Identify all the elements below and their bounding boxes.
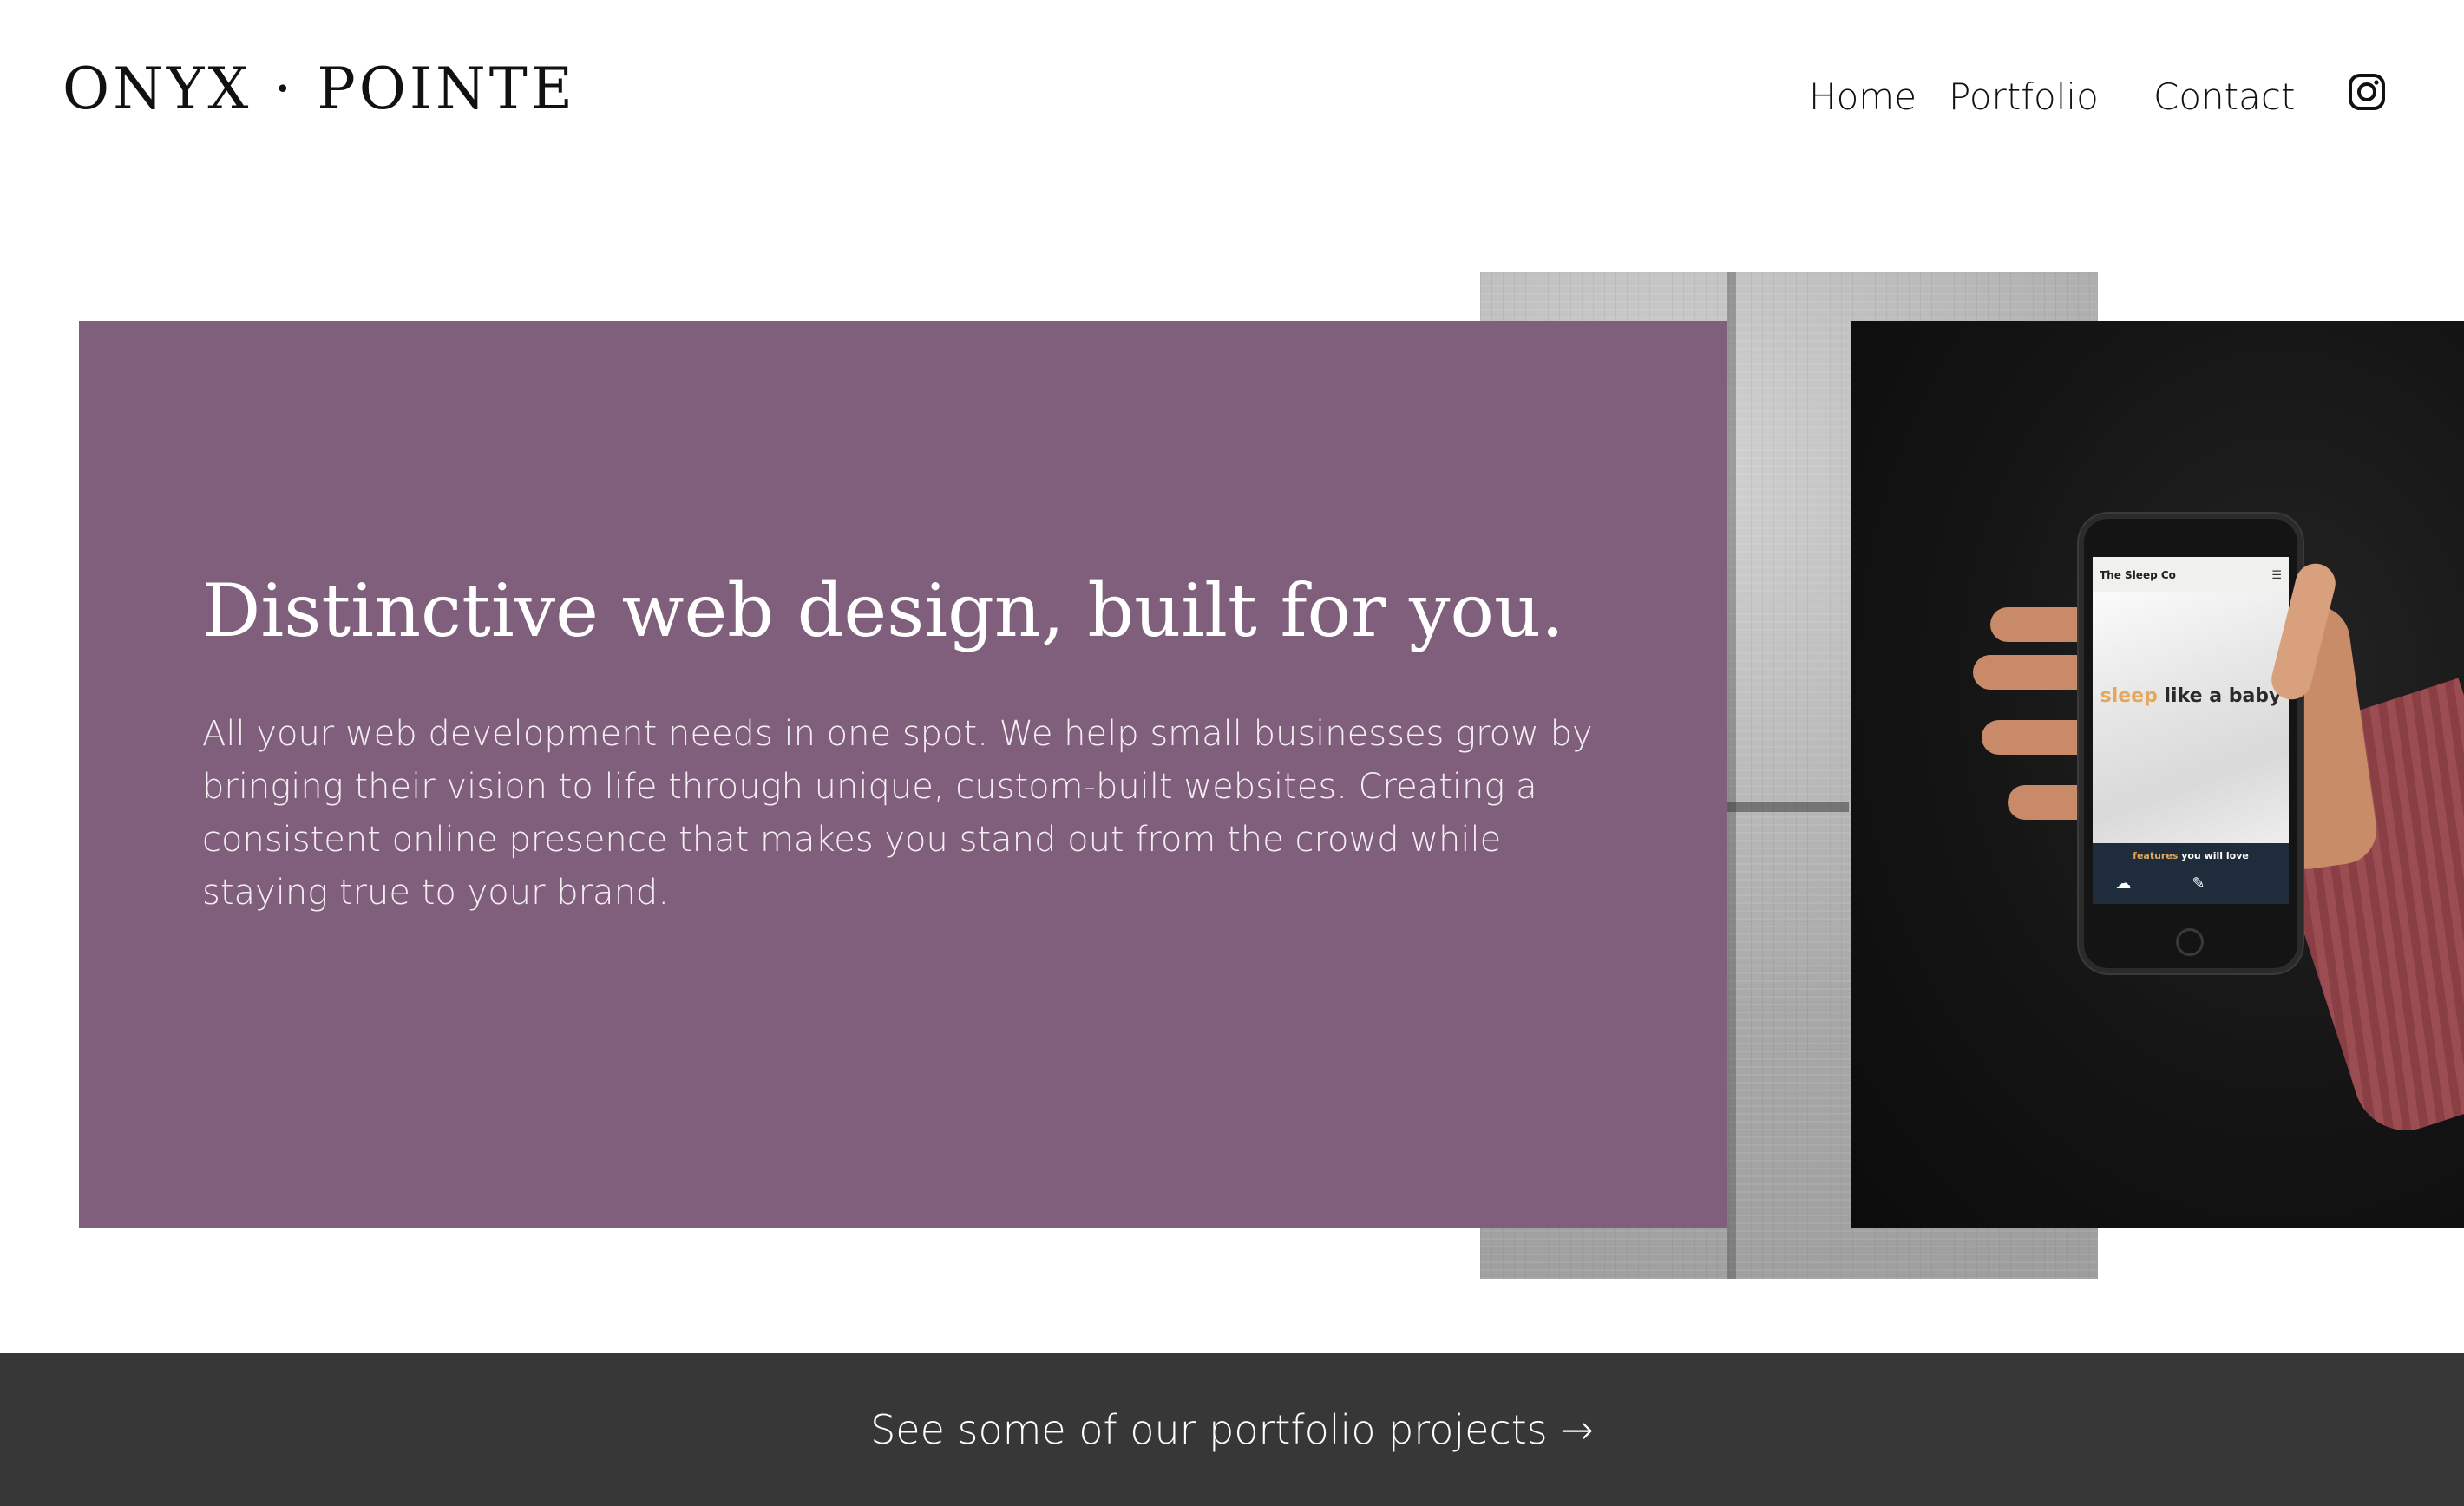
portfolio-projects-link[interactable]: See some of our portfolio projects → — [0, 1353, 2464, 1506]
instagram-icon[interactable] — [2348, 73, 2386, 111]
nav-portfolio-link[interactable]: Portfolio — [1949, 71, 2099, 123]
hero-phone-photo: The Sleep Co ☰ sleep like a baby feature… — [1851, 321, 2464, 1228]
nav-home-link[interactable]: Home — [1809, 71, 1917, 123]
phone-home-button — [2176, 928, 2204, 956]
phone-screen-image — [2093, 592, 2289, 843]
concrete-seam — [1727, 802, 1849, 812]
hero-title: Distinctive web design, built for you. — [202, 568, 1564, 653]
phone-feature-icons: ☁✎ — [2115, 874, 2266, 893]
hero-description: All your web development needs in one sp… — [202, 714, 1593, 913]
phone-footer: features you will love ☁✎ — [2093, 843, 2289, 904]
phone-screen: The Sleep Co ☰ sleep like a baby feature… — [2093, 557, 2289, 904]
phone-headline: sleep like a baby — [2100, 685, 2282, 707]
phone-brand-label: The Sleep Co — [2100, 569, 2176, 581]
phone-menu-icon: ☰ — [2271, 569, 2282, 582]
phone-features-label: features you will love — [2133, 850, 2249, 861]
phone-mockup: The Sleep Co ☰ sleep like a baby feature… — [2079, 514, 2303, 973]
concrete-seam — [1727, 272, 1736, 1279]
site-logo[interactable]: ONYX · POINTE — [62, 61, 576, 118]
hero-panel: Distinctive web design, built for you. A… — [79, 321, 1727, 1228]
nav-contact-link[interactable]: Contact — [2153, 71, 2295, 123]
portfolio-banner: See some of our portfolio projects → — [0, 1353, 2464, 1506]
